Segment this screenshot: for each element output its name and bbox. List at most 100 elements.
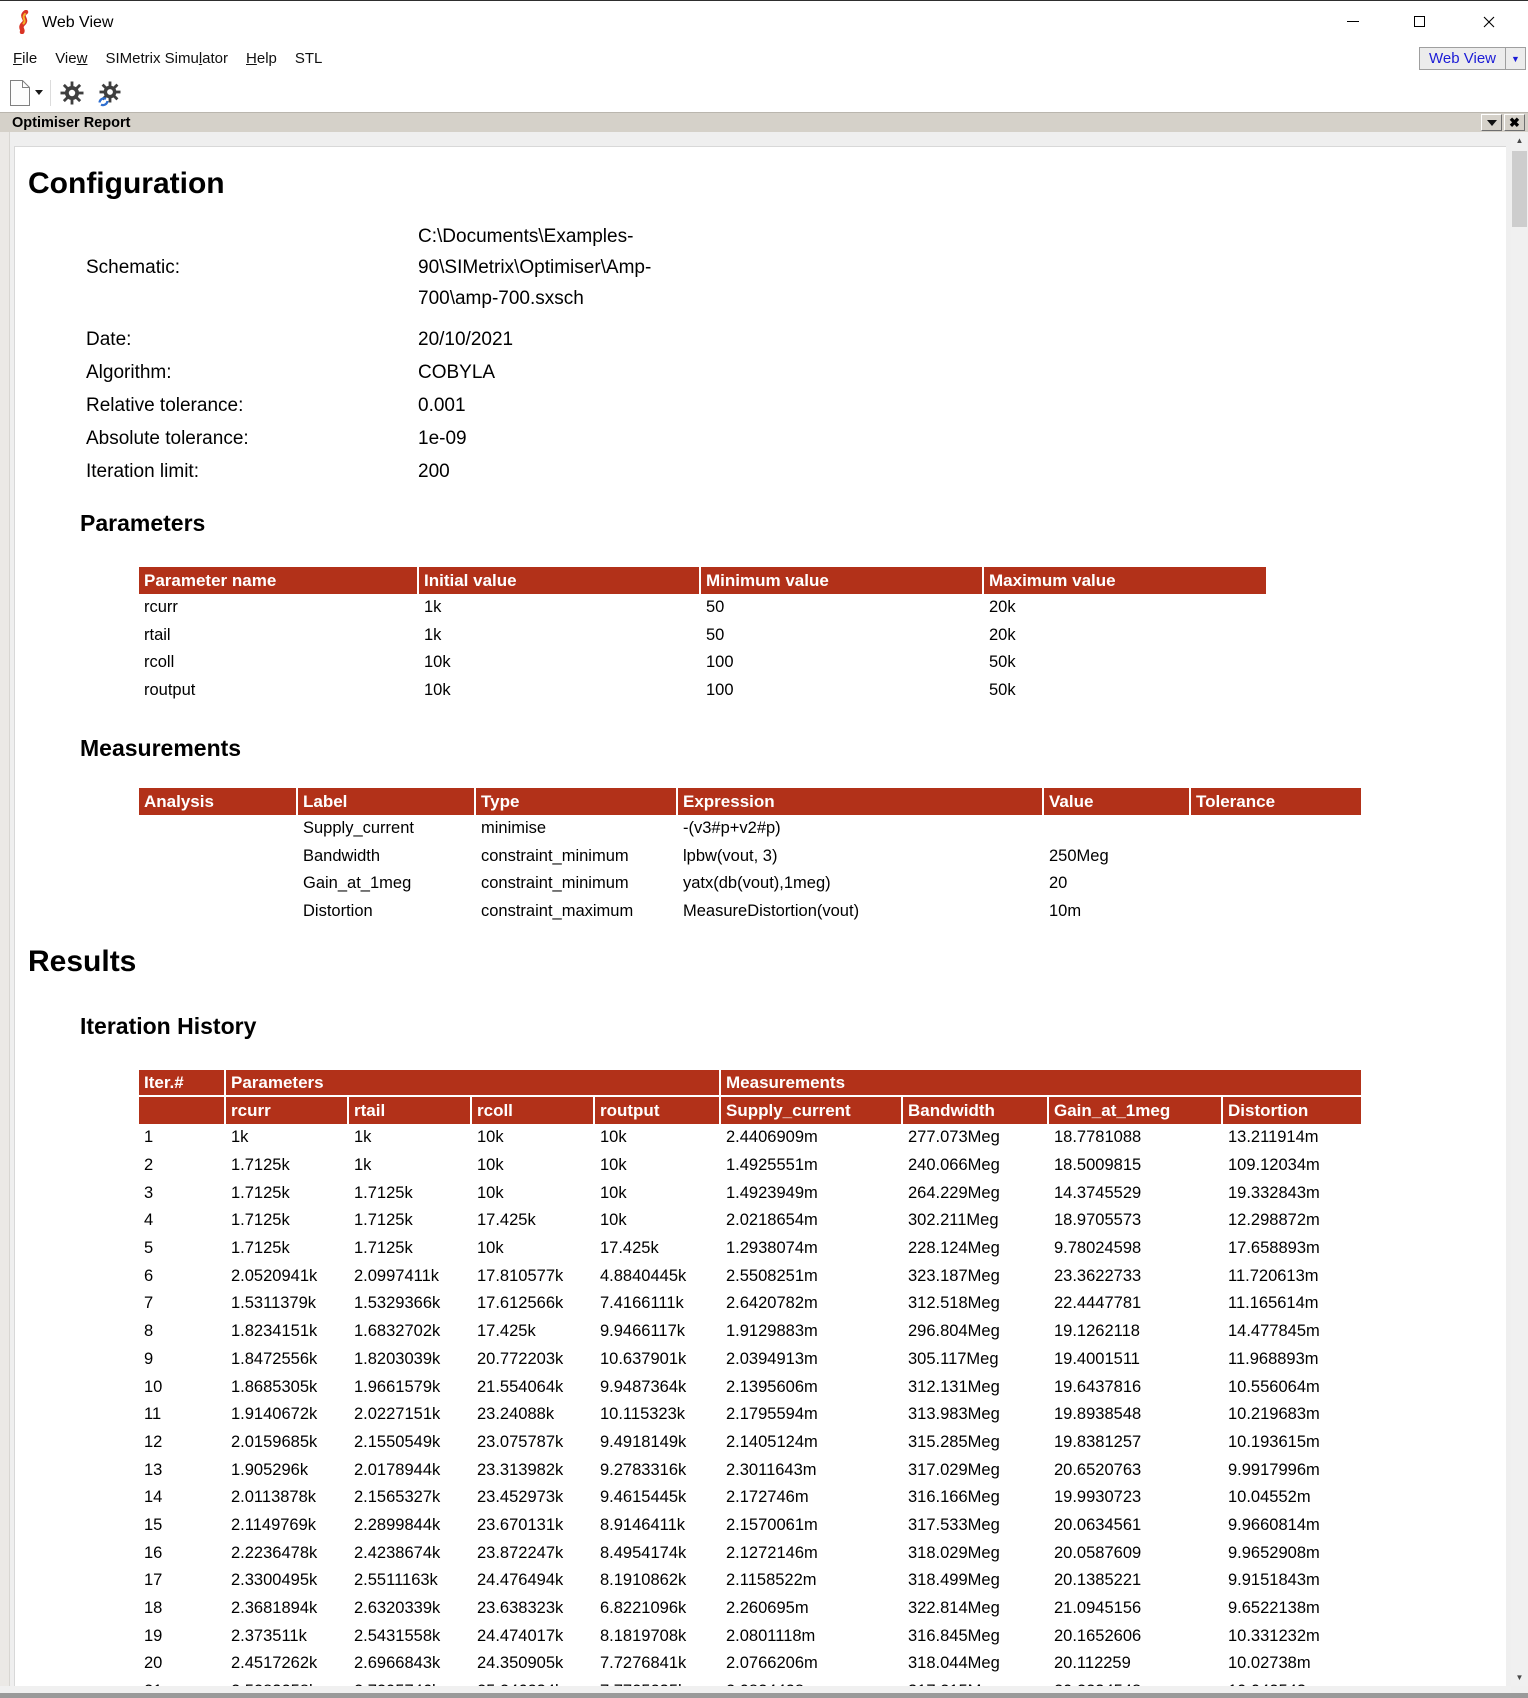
table-cell: 2.6966843k xyxy=(349,1650,472,1678)
table-cell: 21.554064k xyxy=(472,1373,595,1401)
table-cell: 7.4166111k xyxy=(595,1290,721,1318)
table-cell: 18 xyxy=(139,1595,226,1623)
results-heading: Results xyxy=(28,945,136,979)
view-mode-selector[interactable]: Web View ▼ xyxy=(1419,47,1526,70)
table-cell: 17.425k xyxy=(472,1318,595,1346)
panel-close-button[interactable]: ✖ xyxy=(1504,114,1525,131)
table-cell: 20.0634561 xyxy=(1049,1512,1223,1540)
table-cell: 318.029Meg xyxy=(903,1539,1049,1567)
config-field-value: COBYLA xyxy=(418,357,686,388)
chevron-down-icon[interactable]: ▼ xyxy=(1505,48,1525,69)
left-edge-strip xyxy=(0,132,10,1686)
table-cell: 1.2938074m xyxy=(721,1235,903,1263)
config-field-row: Schematic:C:\Documents\Examples-90\SIMet… xyxy=(86,221,686,314)
table-row: 131.905296k2.0178944k23.313982k9.2783316… xyxy=(139,1456,1361,1484)
table-row: routput10k10050k xyxy=(139,677,1266,705)
table-cell: 50 xyxy=(701,594,984,622)
table-cell: 19.6437816 xyxy=(1049,1373,1223,1401)
scrollbar-thumb[interactable] xyxy=(1512,151,1527,227)
table-cell: Distortion xyxy=(298,898,476,926)
table-cell: 20.772203k xyxy=(472,1346,595,1374)
table-cell: 23.452973k xyxy=(472,1484,595,1512)
table-cell: 313.983Meg xyxy=(903,1401,1049,1429)
table-cell: 24.350905k xyxy=(472,1650,595,1678)
table-cell: 9.6522138m xyxy=(1223,1595,1361,1623)
table-cell: 2.0520941k xyxy=(226,1262,349,1290)
column-header: Measurements xyxy=(721,1070,1361,1097)
table-cell: 2.5508251m xyxy=(721,1262,903,1290)
menu-item-file[interactable]: File xyxy=(4,45,46,72)
panel-dropdown-button[interactable] xyxy=(1481,114,1502,131)
column-header xyxy=(139,1097,226,1124)
table-cell: 318.044Meg xyxy=(903,1650,1049,1678)
table-cell: 1k xyxy=(349,1124,472,1152)
window-bottom-edge xyxy=(0,1693,1528,1698)
maximize-button[interactable] xyxy=(1396,2,1442,41)
table-cell: 2.0394913m xyxy=(721,1346,903,1374)
iteration-history-heading: Iteration History xyxy=(80,1013,256,1040)
table-cell: 23.313982k xyxy=(472,1456,595,1484)
table-cell: 1.8234151k xyxy=(226,1318,349,1346)
table-cell: 10k xyxy=(595,1124,721,1152)
table-cell: rcurr xyxy=(139,594,419,622)
menu-item-view[interactable]: View xyxy=(46,45,96,72)
table-cell: 6.8221096k xyxy=(595,1595,721,1623)
table-cell: 8.9146411k xyxy=(595,1512,721,1540)
new-document-dropdown-icon[interactable] xyxy=(35,90,43,95)
table-cell: 20 xyxy=(1044,870,1191,898)
toolbar xyxy=(0,75,1528,112)
table-cell: 10k xyxy=(419,649,701,677)
table-cell: 2.4238674k xyxy=(349,1539,472,1567)
table-cell: 2.0997411k xyxy=(349,1262,472,1290)
table-cell: 318.499Meg xyxy=(903,1567,1049,1595)
column-header: Parameter name xyxy=(139,567,419,594)
simetrix-logo-icon xyxy=(14,10,34,34)
table-cell: 20.112259 xyxy=(1049,1650,1223,1678)
table-cell: 19.9930723 xyxy=(1049,1484,1223,1512)
table-cell: 100 xyxy=(701,677,984,705)
table-cell: 1.9129883m xyxy=(721,1318,903,1346)
close-icon: ✖ xyxy=(1509,116,1520,129)
vertical-scrollbar[interactable]: ▲ ▼ xyxy=(1511,132,1528,1686)
table-cell: 323.187Meg xyxy=(903,1262,1049,1290)
menu-item-stl[interactable]: STL xyxy=(286,45,332,72)
table-cell: 10k xyxy=(595,1207,721,1235)
table-cell: 1.7125k xyxy=(226,1207,349,1235)
close-button[interactable] xyxy=(1466,2,1512,41)
table-row: 152.1149769k2.2899844k23.670131k8.914641… xyxy=(139,1512,1361,1540)
table-cell: 1.905296k xyxy=(226,1456,349,1484)
table-header-row: rcurrrtailrcollroutputSupply_currentBand… xyxy=(139,1097,1361,1124)
table-cell: 316.166Meg xyxy=(903,1484,1049,1512)
table-cell: 296.804Meg xyxy=(903,1318,1049,1346)
table-cell: constraint_maximum xyxy=(476,898,678,926)
rerun-gear-icon[interactable] xyxy=(96,81,122,107)
table-cell: constraint_minimum xyxy=(476,870,678,898)
table-cell: 2.3300495k xyxy=(226,1567,349,1595)
table-cell: 2.0113878k xyxy=(226,1484,349,1512)
table-row: 202.4517262k2.6966843k24.350905k7.727684… xyxy=(139,1650,1361,1678)
config-field-row: Date:20/10/2021 xyxy=(86,324,686,355)
table-cell: 14.477845m xyxy=(1223,1318,1361,1346)
table-cell: constraint_minimum xyxy=(476,843,678,871)
table-cell: 2.1795594m xyxy=(721,1401,903,1429)
settings-gear-icon[interactable] xyxy=(60,81,84,105)
scroll-down-button[interactable]: ▼ xyxy=(1511,1669,1528,1686)
table-cell: 12.298872m xyxy=(1223,1207,1361,1235)
panel-buttons: ✖ xyxy=(1481,114,1525,131)
scroll-up-button[interactable]: ▲ xyxy=(1511,132,1528,149)
table-cell: 1.7125k xyxy=(349,1179,472,1207)
menu-item-help[interactable]: Help xyxy=(237,45,286,72)
menu-item-simetrix-simulator[interactable]: SIMetrix Simulator xyxy=(96,45,237,72)
minimize-icon xyxy=(1347,21,1359,22)
horizontal-scrollbar-track[interactable] xyxy=(0,1686,1511,1693)
configuration-fields: Schematic:C:\Documents\Examples-90\SIMet… xyxy=(86,221,686,489)
table-cell: 2.0766206m xyxy=(721,1650,903,1678)
minimize-button[interactable] xyxy=(1330,2,1376,41)
table-cell: 17.425k xyxy=(595,1235,721,1263)
table-cell: 2.3011643m xyxy=(721,1456,903,1484)
new-document-button[interactable] xyxy=(9,79,31,107)
table-row: 111.9140672k2.0227151k23.24088k10.115323… xyxy=(139,1401,1361,1429)
table-cell: 109.12034m xyxy=(1223,1152,1361,1180)
column-header: Minimum value xyxy=(701,567,984,594)
table-cell: 100 xyxy=(701,649,984,677)
